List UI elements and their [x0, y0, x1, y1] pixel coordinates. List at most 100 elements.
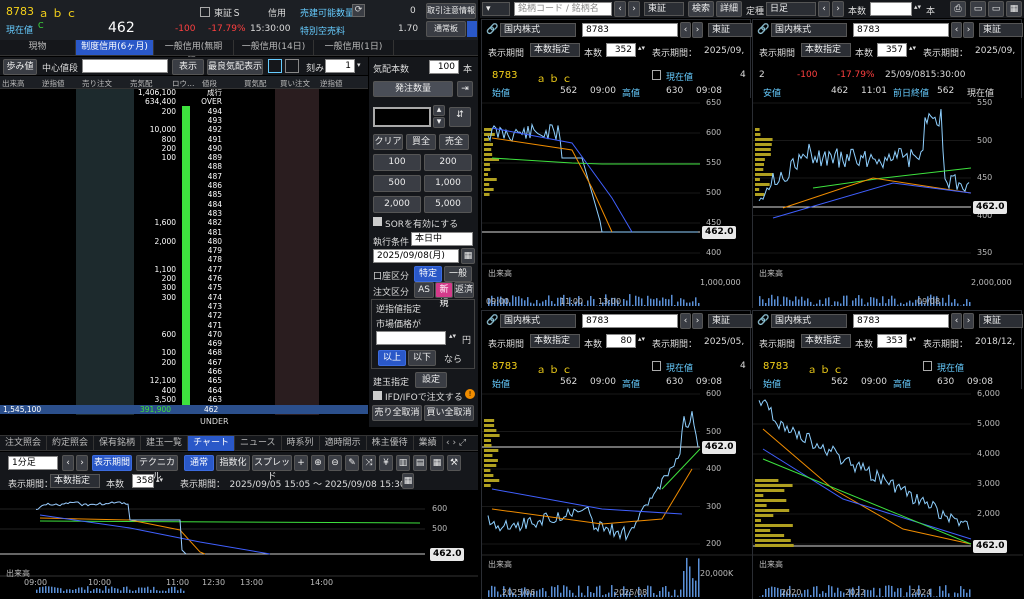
bar-chart-icon[interactable]: ▥ — [396, 455, 410, 471]
ladder-row[interactable]: 479 — [0, 247, 368, 255]
qty-preset-2[interactable]: 500 — [373, 175, 421, 192]
ladder-row[interactable]: 484 — [0, 201, 368, 209]
ladder-row[interactable]: 12,100465 — [0, 377, 368, 385]
ladder-row[interactable]: 1,600482 — [0, 219, 368, 227]
period-select[interactable]: 本数指定 — [50, 474, 100, 488]
layout-single-icon[interactable] — [268, 59, 282, 73]
step-chevron-icon[interactable]: ▾ — [357, 61, 361, 69]
zoom-out-icon[interactable]: ⊖ — [328, 455, 342, 471]
link-icon[interactable]: 🔗 — [486, 315, 498, 326]
layout2-icon[interactable]: ▭ — [988, 1, 1004, 17]
ladder-row[interactable]: 485 — [0, 191, 368, 199]
ifd-checkbox[interactable] — [373, 391, 382, 400]
ladder-row[interactable]: 200467 — [0, 359, 368, 367]
ladder-row[interactable]: 634,400OVER — [0, 98, 368, 106]
plus-icon[interactable]: + — [294, 455, 308, 471]
interval-select[interactable]: 1分足 — [8, 456, 58, 470]
tab-scroll-icon[interactable]: ‹ › ⤢ — [446, 438, 466, 448]
panel-period-select[interactable]: 本数指定 — [801, 334, 851, 348]
qty-preset-0[interactable]: 100 — [373, 154, 421, 171]
submit-qty-button[interactable]: 発注数量 — [373, 81, 453, 97]
ladder-row[interactable]: 487 — [0, 173, 368, 181]
notice-button[interactable]: 取引注意情報 — [426, 3, 476, 19]
candle-icon[interactable]: ▤ — [413, 455, 427, 471]
ayumi-button[interactable]: 歩み値 — [3, 59, 37, 75]
count-stepper-icon[interactable]: ▴▾ — [156, 476, 163, 484]
prev-icon[interactable]: ‹ — [62, 455, 74, 471]
order-as[interactable]: AS — [414, 282, 434, 298]
layout-split-icon[interactable] — [285, 59, 299, 73]
panel-exch-select[interactable]: 東証 — [979, 23, 1023, 37]
step-select[interactable]: 1 — [325, 59, 355, 73]
ladder-row[interactable]: 486 — [0, 182, 368, 190]
rt-prev-icon[interactable]: ‹ — [614, 1, 626, 17]
panel-period-select[interactable]: 本数指定 — [530, 43, 580, 57]
ladder-row[interactable]: 483 — [0, 210, 368, 218]
ladder-row[interactable]: 1,406,100成行 — [0, 89, 368, 97]
panel-count-input[interactable]: 80 — [606, 334, 636, 348]
panel-doc-icon[interactable] — [923, 361, 932, 371]
link-icon[interactable]: 🔗 — [486, 24, 498, 35]
panel-code-input[interactable]: 8783 — [582, 23, 678, 37]
ladder-row[interactable]: 472 — [0, 312, 368, 320]
rt-interval-select[interactable]: 日足 — [766, 2, 816, 16]
index-button[interactable]: 指数化 — [216, 455, 250, 471]
ladder-row[interactable]: 400464 — [0, 387, 368, 395]
board-mode-button[interactable]: 通常板 — [426, 21, 466, 37]
ladder-row[interactable]: 300475 — [0, 284, 368, 292]
stop-stepper-icon[interactable]: ▴▾ — [449, 332, 456, 340]
date-input[interactable]: 2025/09/08(月) — [373, 249, 459, 263]
board-mode-toggle[interactable] — [467, 21, 477, 37]
show-button[interactable]: 表示 — [172, 59, 204, 75]
bottom-tab-6[interactable]: 時系列 — [282, 436, 320, 451]
qty-input[interactable] — [373, 107, 431, 127]
panel-market-select[interactable]: 国内株式 — [771, 314, 847, 328]
kehai-select[interactable]: 100 — [429, 60, 459, 74]
bottom-tab-7[interactable]: 適時開示 — [320, 436, 367, 451]
ladder-row[interactable]: 300474 — [0, 294, 368, 302]
cancel-all-buy-button[interactable]: 買い全取消 — [424, 405, 474, 421]
ladder-row[interactable]: 200476 — [0, 275, 368, 283]
sor-checkbox[interactable] — [373, 217, 382, 226]
panel-stepper-icon[interactable]: ▴▾ — [909, 335, 916, 343]
ladder-row[interactable]: 100468 — [0, 349, 368, 357]
wrench-icon[interactable]: ⚒ — [447, 455, 461, 471]
category-select[interactable]: ▾ — [482, 2, 510, 16]
panel-stepper-icon[interactable]: ▴▾ — [638, 335, 645, 343]
count-input[interactable]: 358 — [132, 474, 154, 488]
panel-stepper-icon[interactable]: ▴▾ — [909, 44, 916, 52]
panel-code-input[interactable]: 8783 — [853, 23, 949, 37]
ladder-row[interactable]: 1,100477 — [0, 266, 368, 274]
normal-button[interactable]: 通常 — [184, 455, 214, 471]
order-tab-4[interactable]: 一般信用(1日) — [314, 40, 394, 55]
qty-preset-5[interactable]: 5,000 — [424, 196, 472, 213]
ladder-row[interactable]: 471 — [0, 322, 368, 330]
yen-icon[interactable]: ¥ — [379, 455, 393, 471]
bottom-tab-3[interactable]: 建玉一覧 — [141, 436, 188, 451]
panel-doc-icon[interactable] — [652, 361, 661, 371]
order-new[interactable]: 新規 — [435, 282, 453, 298]
account-ippan[interactable]: 一般 — [444, 266, 472, 282]
refresh-icon[interactable]: ⟳ — [352, 4, 365, 17]
stop-below[interactable]: 以下 — [408, 350, 436, 366]
layout1-icon[interactable]: ▭ — [970, 1, 986, 17]
qty-down-icon[interactable]: ▾ — [433, 117, 445, 128]
print-icon[interactable]: ⎙ — [950, 1, 966, 17]
qty-preset-3[interactable]: 1,000 — [424, 175, 472, 192]
grid-icon[interactable]: ▦ — [430, 455, 444, 471]
bottom-tab-8[interactable]: 株主優待 — [367, 436, 414, 451]
ladder-row[interactable]: 200494 — [0, 108, 368, 116]
panel-period-select[interactable]: 本数指定 — [530, 334, 580, 348]
next-icon[interactable]: › — [76, 455, 88, 471]
ladder-row[interactable]: 466 — [0, 368, 368, 376]
search-button[interactable]: 検索 — [688, 1, 714, 17]
ladder-row[interactable]: 473 — [0, 303, 368, 311]
bottom-tab-0[interactable]: 注文照会 — [0, 436, 47, 451]
rt-next-icon[interactable]: › — [628, 1, 640, 17]
spread-button[interactable]: スプレッド — [252, 455, 292, 471]
draw-icon[interactable]: ✎ — [345, 455, 359, 471]
panel-next-icon[interactable]: › — [963, 22, 974, 38]
sell-all-button[interactable]: 売全 — [439, 134, 469, 150]
rt-stepper-icon[interactable]: ▴▾ — [914, 3, 921, 11]
panel-prev-icon[interactable]: ‹ — [680, 313, 691, 329]
